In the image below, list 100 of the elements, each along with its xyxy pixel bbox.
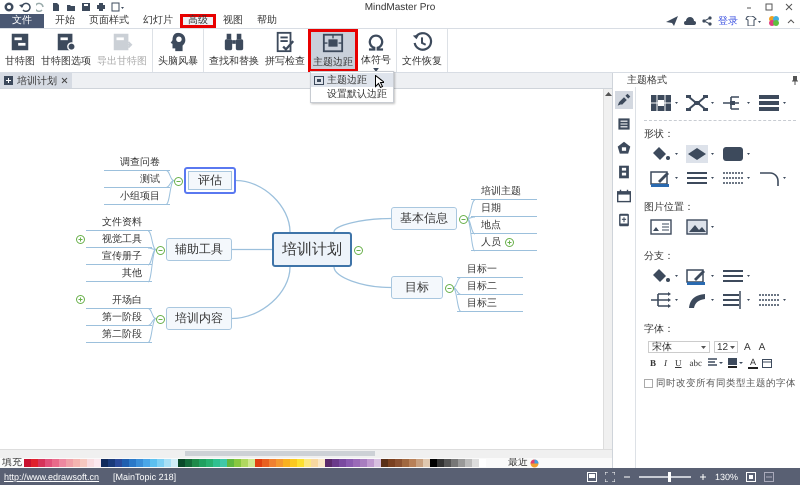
grid-layout-icon[interactable]: [650, 94, 680, 112]
color-swatch[interactable]: [318, 459, 325, 467]
branch-topic[interactable]: 基本信息: [391, 207, 457, 230]
text-style-button[interactable]: U: [673, 358, 684, 368]
color-swatch[interactable]: [220, 459, 227, 467]
ribbon-button[interactable]: 文件恢复: [399, 29, 445, 72]
expand-toggle-icon[interactable]: [505, 238, 514, 246]
export-icon[interactable]: [111, 2, 125, 12]
ribbon-button[interactable]: 查找和替换: [206, 29, 262, 72]
color-swatch[interactable]: [304, 459, 311, 467]
color-swatch[interactable]: [332, 459, 339, 467]
diamond-shape-icon[interactable]: [686, 145, 716, 163]
curve-icon[interactable]: [686, 291, 716, 309]
color-swatch[interactable]: [374, 459, 381, 467]
color-swatch[interactable]: [101, 459, 108, 467]
mind-map-layout-icon[interactable]: [686, 94, 716, 112]
color-swatch[interactable]: [416, 459, 423, 467]
send-icon[interactable]: [666, 16, 678, 26]
redo-icon[interactable]: [36, 2, 46, 12]
horizontal-scrollbar[interactable]: [0, 449, 612, 458]
menu-tab[interactable]: 开始: [48, 14, 82, 28]
share-icon[interactable]: [702, 16, 712, 26]
font-family-dropdown[interactable]: 宋体: [648, 341, 710, 353]
color-swatch[interactable]: [388, 459, 395, 467]
color-swatch[interactable]: [241, 459, 248, 467]
color-swatch[interactable]: [73, 459, 80, 467]
presentation-icon[interactable]: [586, 472, 597, 482]
color-swatch[interactable]: [360, 459, 367, 467]
color-swatch[interactable]: [206, 459, 213, 467]
color-swatch[interactable]: [262, 459, 269, 467]
collapse-toggle-icon[interactable]: [445, 284, 454, 292]
menu-tab[interactable]: 视图: [216, 14, 250, 28]
color-swatch[interactable]: [248, 459, 255, 467]
color-swatch[interactable]: [31, 459, 38, 467]
color-swatch[interactable]: [87, 459, 94, 467]
branch-topic[interactable]: 评估: [184, 167, 236, 194]
color-wheel-icon[interactable]: [530, 458, 539, 468]
ribbon-button[interactable]: 甘特图: [2, 29, 38, 72]
color-swatch[interactable]: [143, 459, 150, 467]
collapse-toggle-icon[interactable]: [174, 176, 183, 186]
subtopic-text[interactable]: 宣传册子: [102, 249, 152, 263]
color-swatch[interactable]: [472, 459, 479, 467]
line-weight-icon[interactable]: [722, 267, 752, 285]
subtopic-text[interactable]: 第一阶段: [102, 310, 152, 324]
menu-item[interactable]: 设置默认边距: [311, 87, 393, 101]
color-swatch[interactable]: [150, 459, 157, 467]
color-swatch[interactable]: [185, 459, 192, 467]
scroll-thumb[interactable]: [185, 451, 375, 456]
color-swatch[interactable]: [479, 459, 486, 467]
zoom-in-icon[interactable]: [698, 472, 707, 480]
color-swatch[interactable]: [94, 459, 101, 467]
ribbon-button[interactable]: 头脑风暴: [155, 29, 201, 72]
close-icon[interactable]: [61, 77, 68, 84]
subtopic-text[interactable]: 其他: [122, 266, 152, 280]
branch-topic[interactable]: 目标: [391, 276, 443, 299]
color-swatch[interactable]: [444, 459, 451, 467]
color-swatch[interactable]: [80, 459, 87, 467]
new-file-icon[interactable]: [51, 2, 61, 12]
fit-page-icon[interactable]: [746, 472, 756, 482]
vertical-scrollbar[interactable]: [603, 89, 612, 449]
branch-topic[interactable]: 辅助工具: [166, 238, 232, 261]
color-swatch[interactable]: [381, 459, 388, 467]
color-swatch[interactable]: [283, 459, 290, 467]
table-icon[interactable]: [762, 358, 772, 368]
color-swatch[interactable]: [129, 459, 136, 467]
scroll-up-icon[interactable]: [604, 91, 612, 97]
text-style-button[interactable]: B: [648, 358, 658, 368]
subtopic-text[interactable]: 小组项目: [120, 188, 170, 202]
ribbon-button[interactable]: 主题边距: [308, 29, 358, 72]
shirt-icon[interactable]: [744, 16, 762, 26]
branch-topic[interactable]: 培训内容: [166, 307, 232, 330]
image-icon[interactable]: [686, 218, 716, 236]
subtopic-text[interactable]: 培训主题: [481, 184, 521, 198]
text-style-button[interactable]: abc: [688, 358, 704, 368]
highlight-icon[interactable]: [728, 358, 744, 368]
color-swatch[interactable]: [458, 459, 465, 467]
color-swatch[interactable]: [38, 459, 45, 467]
color-swatch[interactable]: [255, 459, 262, 467]
color-swatch[interactable]: [395, 459, 402, 467]
stack-layout-icon[interactable]: [758, 94, 788, 112]
color-swatch[interactable]: [164, 459, 171, 467]
line-color-icon[interactable]: [686, 267, 716, 285]
line-color-icon[interactable]: [650, 169, 680, 187]
subtopic-text[interactable]: 视觉工具: [102, 232, 152, 246]
ribbon-button[interactable]: 体符号: [358, 29, 394, 72]
grow-font-button[interactable]: A: [742, 342, 753, 352]
subtopic-text[interactable]: 目标一: [467, 262, 497, 276]
branch-fork-icon[interactable]: [650, 291, 680, 309]
expand-toggle-icon[interactable]: [76, 234, 85, 244]
arrow-lines-icon[interactable]: [722, 291, 752, 309]
color-swatch[interactable]: [346, 459, 353, 467]
collapse-toggle-icon[interactable]: [156, 314, 165, 324]
color-swatch[interactable]: [325, 459, 332, 467]
pin-icon[interactable]: [792, 76, 798, 84]
menu-tab[interactable]: 页面样式: [82, 14, 136, 28]
menu-tab[interactable]: 高级: [180, 14, 216, 28]
rounded-rect-icon[interactable]: [722, 145, 752, 163]
color-swatch[interactable]: [353, 459, 360, 467]
fit-width-icon[interactable]: [764, 472, 774, 482]
text-style-button[interactable]: I: [662, 358, 670, 368]
